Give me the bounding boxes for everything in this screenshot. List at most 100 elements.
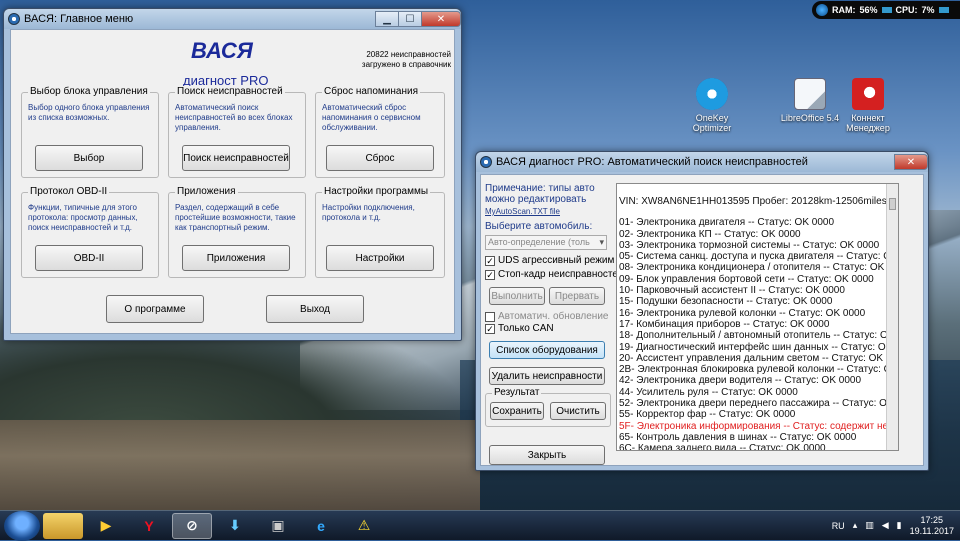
group-reset-reminder: Сброс напоминания Автоматический сброс н… <box>315 86 445 178</box>
start-button[interactable] <box>4 510 40 541</box>
result-row: 55- Корректор фар -- Статус: OK 0000 <box>619 409 796 421</box>
run-button[interactable]: Выполнить <box>489 287 545 305</box>
group-desc: Выбор одного блока управления из списка … <box>28 103 150 122</box>
group-title: Настройки программы <box>322 186 431 197</box>
edge-icon[interactable]: e <box>301 513 341 539</box>
group-title: Приложения <box>175 186 238 197</box>
group-desc: Раздел, содержащий в себе простейшие воз… <box>175 203 296 232</box>
vertical-scrollbar[interactable] <box>886 184 898 450</box>
group-desc: Настройки подключения, протокола и т.д. <box>322 203 415 222</box>
main-window-titlebar[interactable]: ВАСЯ: Главное меню ▁ ☐ ✕ <box>4 9 461 29</box>
group-title: Протокол OBD-II <box>28 186 110 197</box>
main-window-title: ВАСЯ: Главное меню <box>24 13 134 25</box>
result-row: 2B- Электронная блокировка рулевой колон… <box>619 364 899 376</box>
scan-window-client: Примечание: типы авто можно редактироват… <box>480 174 924 466</box>
clock[interactable]: 17:25 19.11.2017 <box>910 515 954 537</box>
result-row: 6C- Камера заднего вида -- Статус: OK 00… <box>619 443 826 451</box>
close-button[interactable]: ✕ <box>421 11 461 27</box>
gadget-icon <box>816 4 828 16</box>
about-button[interactable]: О программе <box>106 295 204 323</box>
checkbox-icon: ✓ <box>485 323 495 334</box>
applications-button[interactable]: Приложения <box>182 245 290 271</box>
delete-faults-button[interactable]: Удалить неисправности <box>489 367 605 385</box>
reset-button[interactable]: Сброс <box>326 145 434 171</box>
group-select-unit: Выбор блока управления Выбор одного блок… <box>21 86 159 178</box>
checkbox-label: Только CAN <box>498 323 554 334</box>
android-icon[interactable]: ▣ <box>258 513 298 539</box>
scrollbar-thumb[interactable] <box>889 198 896 210</box>
freeze-frame-checkbox[interactable]: ✓ Стоп-кадр неисправностей <box>485 269 624 280</box>
checkbox-label: Стоп-кадр неисправностей <box>498 269 624 280</box>
ram-bar-icon <box>881 7 892 13</box>
desktop-icon-connect-manager[interactable]: Коннект Менеджер <box>838 78 898 133</box>
stop-button[interactable]: Прервать <box>549 287 605 305</box>
can-only-checkbox[interactable]: ✓ Только CAN <box>485 323 554 334</box>
checkbox-icon <box>485 311 495 322</box>
car-select-value: Авто-определение (толь <box>488 237 590 247</box>
cpu-bar-icon <box>938 7 949 13</box>
auto-scan-window: ВАСЯ диагност PRO: Автоматический поиск … <box>475 151 929 471</box>
close-button[interactable]: ✕ <box>894 154 928 170</box>
ram-label: RAM: <box>832 5 856 15</box>
clock-date: 19.11.2017 <box>909 525 954 536</box>
scan-window-titlebar[interactable]: ВАСЯ диагност PRO: Автоматический поиск … <box>476 152 928 172</box>
tray-arrow-icon[interactable]: ▴ <box>853 520 858 531</box>
battery-icon[interactable]: ▮ <box>897 520 902 531</box>
auto-update-checkbox[interactable]: Автоматич. обновление <box>485 311 608 322</box>
downloader-icon[interactable]: ⬇ <box>215 513 255 539</box>
desktop-icon-libreoffice[interactable]: LibreOffice 5.4 <box>780 78 840 123</box>
uds-aggressive-checkbox[interactable]: ✓ UDS агрессивный режим <box>485 255 614 266</box>
close-scan-button[interactable]: Закрыть <box>489 445 605 465</box>
group-applications: Приложения Раздел, содержащий в себе про… <box>168 186 306 278</box>
equipment-list-button[interactable]: Список оборудования <box>489 341 605 359</box>
result-row: 02- Электроника КП -- Статус: OK 0000 <box>619 228 801 240</box>
vin-line: VIN: XW8AN6NE1HH013595 Пробег: 20128km-1… <box>619 196 887 207</box>
language-indicator[interactable]: RU <box>832 521 845 531</box>
group-obd2: Протокол OBD-II Функции, типичные для эт… <box>21 186 159 278</box>
desktop-icon-label: LibreOffice 5.4 <box>780 113 840 123</box>
select-unit-button[interactable]: Выбор <box>35 145 143 171</box>
result-row: 18- Дополнительный / автономный отопител… <box>619 330 899 342</box>
connect-manager-icon <box>852 78 884 110</box>
myautoscan-link[interactable]: MyAutoScan.TXT file <box>485 207 560 216</box>
exit-button[interactable]: Выход <box>266 295 364 323</box>
maximize-button[interactable]: ☐ <box>398 11 422 27</box>
group-settings: Настройки программы Настройки подключени… <box>315 186 445 278</box>
faults-loaded-note: 20822 неисправностей загружено в справоч… <box>361 50 451 69</box>
result-row: 15- Подушки безопасности -- Статус: OK 0… <box>619 296 833 308</box>
volume-icon[interactable]: ◀ <box>882 520 889 531</box>
result-row: 52- Электроника двери переднего пассажир… <box>619 398 899 410</box>
vasya-diagnost-taskbar-icon[interactable]: ⊘ <box>172 512 212 539</box>
checkbox-icon: ✓ <box>485 255 495 266</box>
explorer-icon[interactable] <box>43 512 83 539</box>
libreoffice-icon <box>794 78 826 110</box>
checkbox-label: UDS агрессивный режим <box>498 255 615 266</box>
network-icon[interactable]: ▥ <box>865 520 874 531</box>
scan-results-list[interactable]: VIN: XW8AN6NE1HH013595 Пробег: 20128km-1… <box>616 183 899 451</box>
save-button[interactable]: Сохранить <box>490 402 544 420</box>
car-select-dropdown[interactable]: Авто-определение (толь ▾ <box>485 235 607 250</box>
car-types-note: Примечание: типы авто можно редактироват… <box>485 183 595 205</box>
result-row: 01- Электроника двигателя -- Статус: OK … <box>619 217 835 229</box>
app-name: ВАСЯ <box>191 38 253 63</box>
fault-search-button[interactable]: Поиск неисправностей <box>182 145 290 171</box>
media-player-icon[interactable]: ▶ <box>86 513 126 539</box>
obd2-button[interactable]: OBD-II <box>35 245 143 271</box>
app-icon <box>480 156 492 168</box>
system-monitor-gadget[interactable]: RAM: 56% CPU: 7% <box>812 1 960 19</box>
engine-check-icon[interactable]: ⚠ <box>344 513 384 539</box>
minimize-button[interactable]: ▁ <box>375 11 399 27</box>
ram-value: 56% <box>859 5 878 15</box>
yandex-browser-icon[interactable]: Y <box>129 513 169 539</box>
desktop-icon-label: OneKey Optimizer <box>692 113 732 133</box>
group-title: Результат <box>492 387 542 398</box>
group-title: Поиск неисправностей <box>175 86 285 97</box>
clock-time: 17:25 <box>920 514 944 525</box>
group-fault-search: Поиск неисправностей Автоматический поис… <box>168 86 306 178</box>
settings-button[interactable]: Настройки <box>326 245 434 271</box>
desktop-icon-onekey[interactable]: OneKey Optimizer <box>682 78 742 133</box>
clear-button[interactable]: Очистить <box>550 402 606 420</box>
checkbox-label: Автоматич. обновление <box>498 311 609 322</box>
result-row: 17- Комбинация приборов -- Статус: OK 00… <box>619 318 830 330</box>
select-car-label: Выберите автомобиль: <box>485 221 593 232</box>
